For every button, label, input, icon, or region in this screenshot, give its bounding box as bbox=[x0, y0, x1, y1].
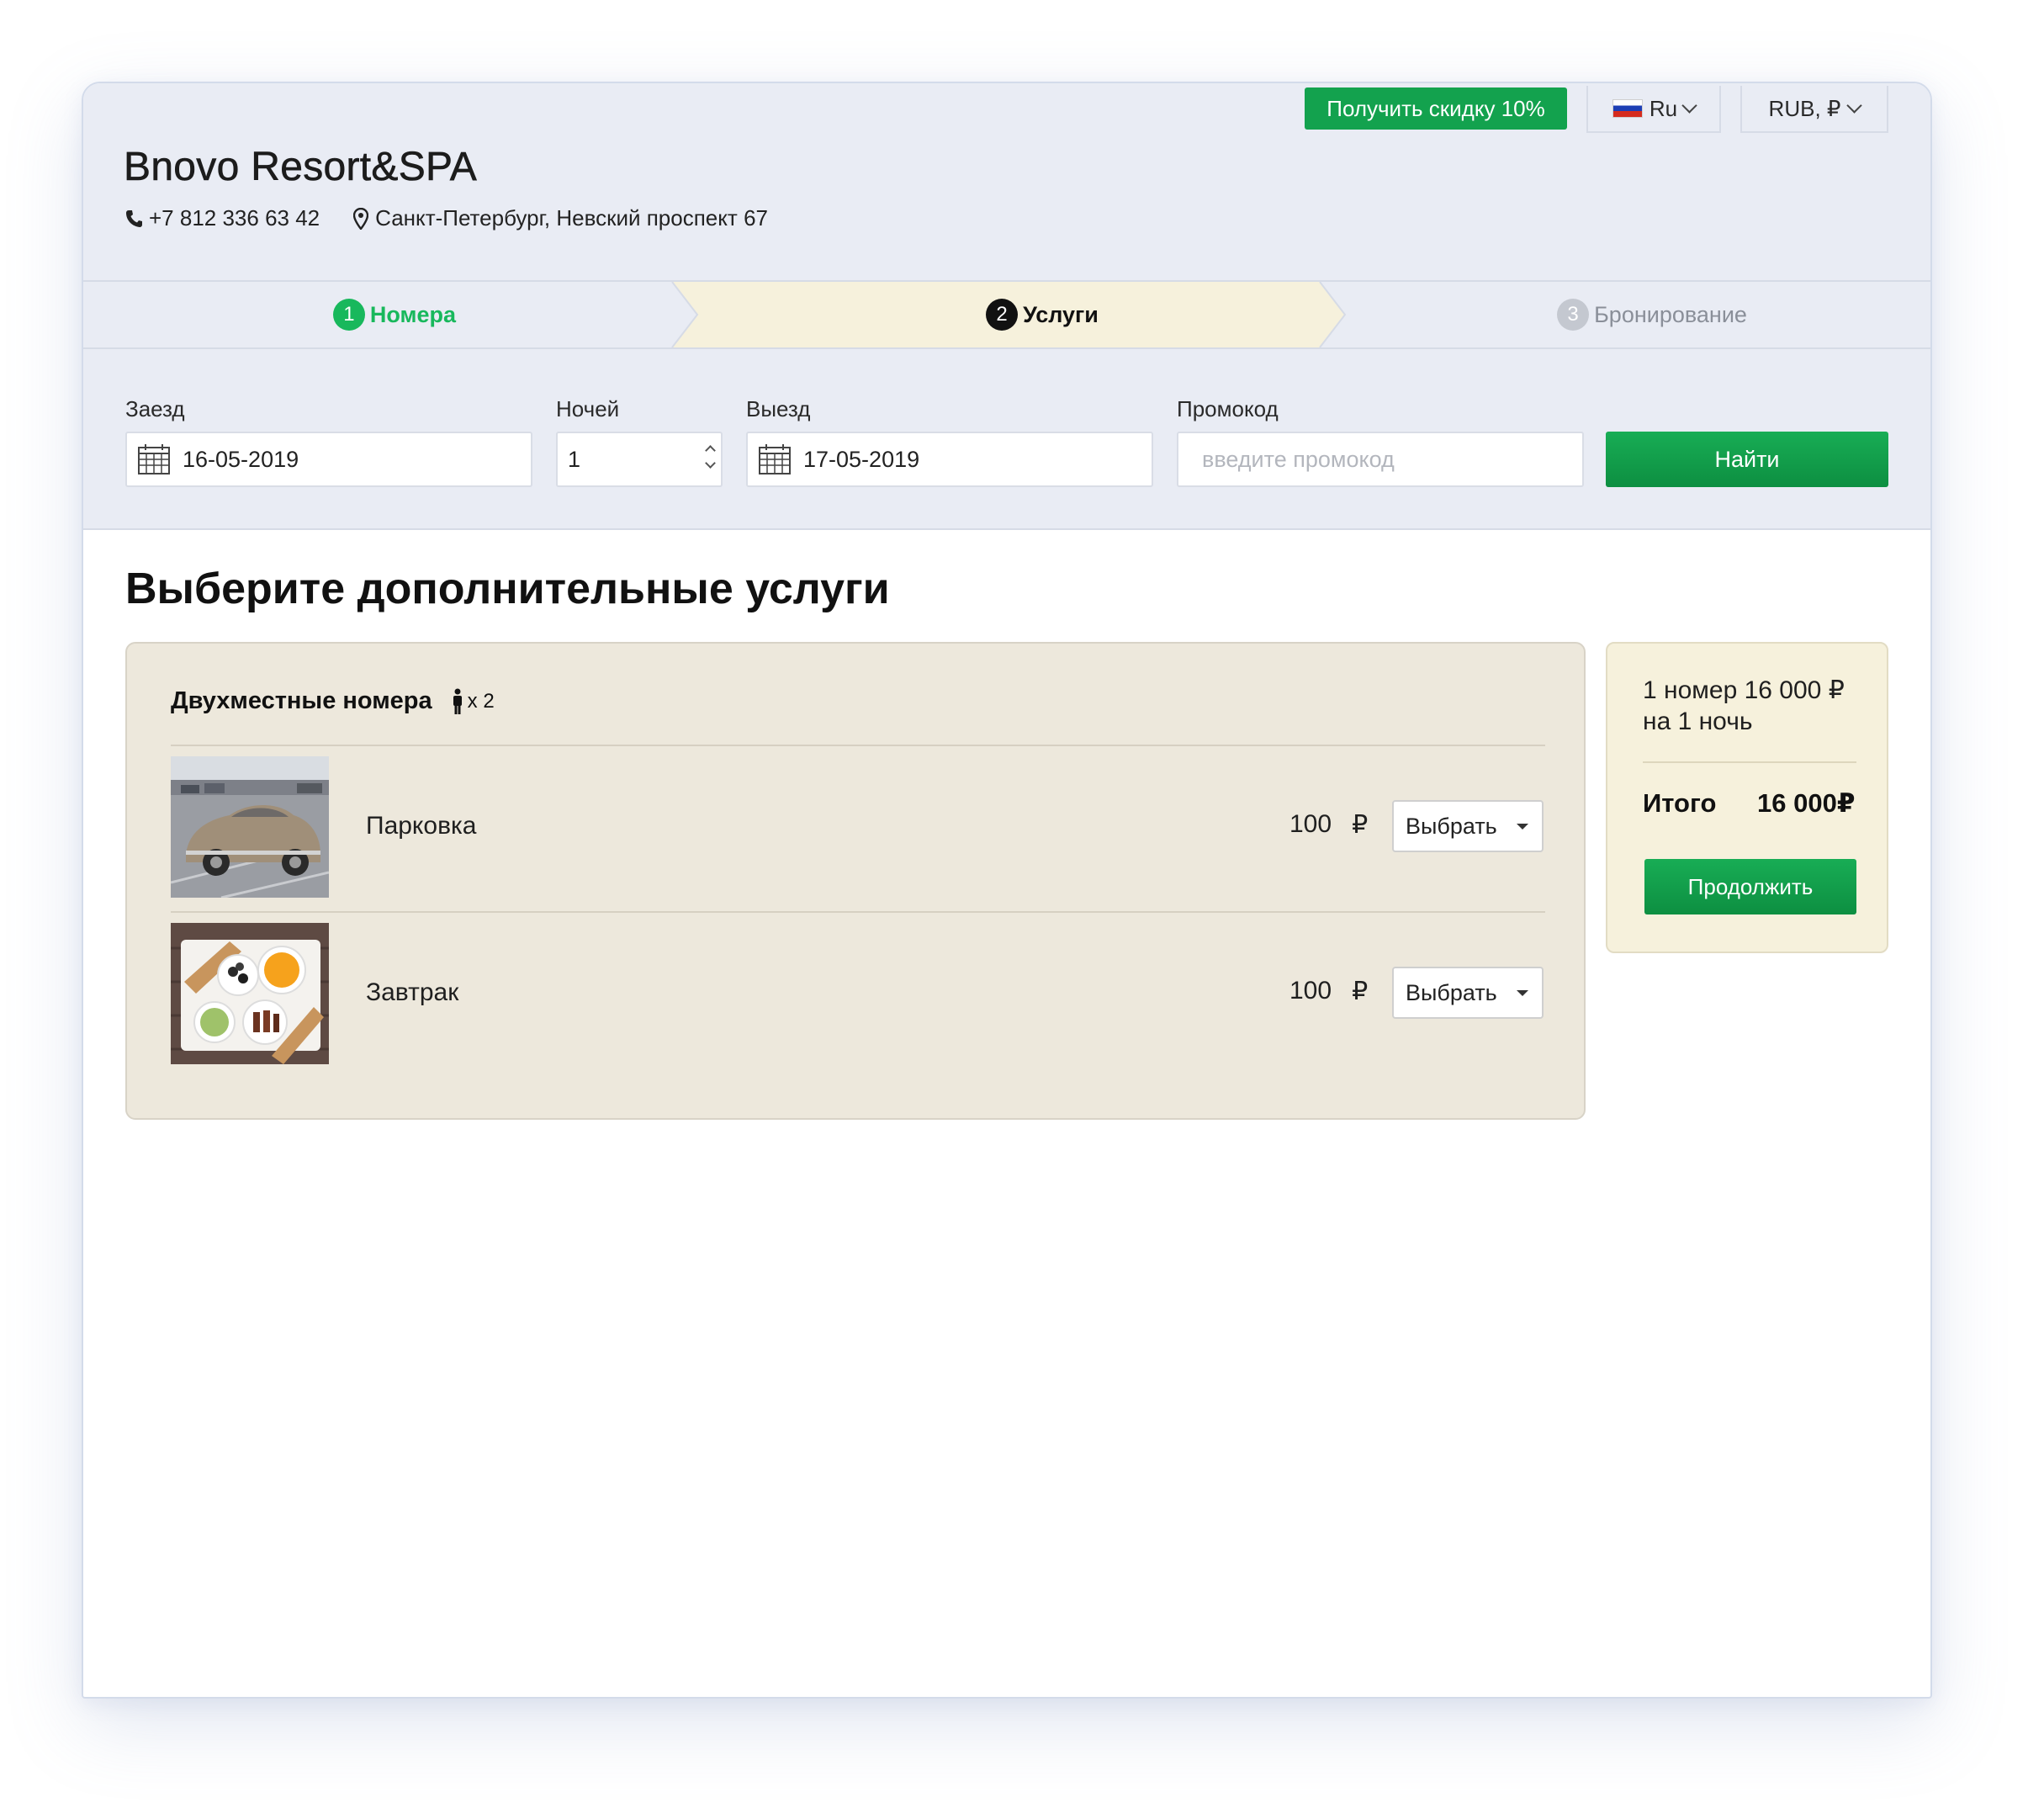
phone-number[interactable]: +7 812 336 63 42 bbox=[149, 205, 320, 231]
phone-icon bbox=[125, 209, 142, 228]
chevron-down-icon bbox=[1846, 98, 1863, 114]
select-label: Выбрать bbox=[1406, 813, 1497, 839]
continue-button[interactable]: Продолжить bbox=[1644, 859, 1856, 914]
breakfast-photo bbox=[171, 923, 329, 1064]
discount-button[interactable]: Получить скидку 10% bbox=[1305, 87, 1567, 130]
divider bbox=[171, 745, 1545, 746]
total-label: Итого bbox=[1643, 788, 1717, 818]
nights-label: Ночей bbox=[556, 396, 620, 421]
service-row-breakfast: Завтрак 100 ₽ Выбрать bbox=[171, 923, 1545, 1066]
step-booking: 3 Бронирование bbox=[1370, 282, 1930, 347]
find-button[interactable]: Найти bbox=[1606, 432, 1888, 487]
price-value: 100 bbox=[1289, 977, 1332, 1005]
step-label: Номера bbox=[369, 301, 457, 327]
service-row-parking: Парковка 100 ₽ Выбрать bbox=[171, 756, 1545, 899]
select-dropdown-breakfast[interactable]: Выбрать bbox=[1392, 967, 1544, 1019]
service-price: 100 ₽ bbox=[1289, 810, 1368, 840]
divider bbox=[1643, 761, 1856, 763]
guests-count: x 2 bbox=[467, 689, 495, 713]
header: Получить скидку 10% Ru RUB, ₽ Bnovo Reso… bbox=[83, 83, 1930, 280]
step-number: 2 bbox=[986, 299, 1019, 331]
chevron-down-icon bbox=[1681, 98, 1697, 114]
services-panel: Двухместные номера x 2 Парковка 100 ₽ Вы… bbox=[125, 642, 1586, 1120]
person-icon bbox=[453, 688, 462, 714]
caret-down-icon bbox=[1517, 824, 1528, 830]
checkout-label: Выезд bbox=[746, 396, 811, 421]
checkin-label: Заезд bbox=[125, 396, 185, 421]
car-photo bbox=[171, 756, 329, 898]
booking-window: Получить скидку 10% Ru RUB, ₽ Bnovo Reso… bbox=[82, 82, 1932, 1699]
service-price: 100 ₽ bbox=[1289, 977, 1368, 1006]
calendar-icon bbox=[758, 443, 792, 475]
divider bbox=[171, 911, 1545, 913]
price-value: 100 bbox=[1289, 810, 1332, 838]
room-title: Двухместные номера x 2 bbox=[171, 687, 495, 715]
nights-stepper[interactable]: 1 bbox=[556, 432, 723, 487]
room-title-label: Двухместные номера bbox=[171, 687, 432, 714]
step-label: Бронирование bbox=[1594, 301, 1747, 327]
summary-nights: на 1 ночь bbox=[1643, 708, 1753, 735]
search-bar: Заезд 16-05-2019 Ночей 1 Выезд 17-05-201… bbox=[83, 349, 1930, 530]
nights-value: 1 bbox=[568, 446, 581, 472]
guests-indicator: x 2 bbox=[451, 688, 495, 715]
location-pin-icon bbox=[353, 207, 369, 230]
total-value: 16 000₽ bbox=[1757, 788, 1856, 818]
page-title: Выберите дополнительные услуги bbox=[125, 565, 890, 613]
stepper-arrows-icon[interactable] bbox=[705, 445, 716, 469]
step-number: 1 bbox=[332, 299, 365, 331]
promo-label: Промокод bbox=[1177, 396, 1279, 421]
caret-down-icon bbox=[1517, 990, 1528, 996]
service-name: Парковка bbox=[366, 812, 477, 840]
checkin-field[interactable]: 16-05-2019 bbox=[125, 432, 532, 487]
language-label: Ru bbox=[1649, 95, 1678, 121]
price-currency: ₽ bbox=[1352, 811, 1369, 839]
address: Санкт-Петербург, Невский проспект 67 bbox=[375, 205, 768, 231]
contacts: +7 812 336 63 42 Санкт-Петербург, Невски… bbox=[125, 205, 768, 231]
step-services[interactable]: 2 Услуги bbox=[748, 282, 1337, 347]
calendar-icon bbox=[137, 443, 171, 475]
language-selector[interactable]: Ru bbox=[1586, 86, 1721, 133]
summary-rooms: 1 номер 16 000 ₽ bbox=[1643, 676, 1845, 704]
hotel-name: Bnovo Resort&SPA bbox=[124, 145, 478, 190]
order-summary: 1 номер 16 000 ₽ на 1 ночь Итого 16 000₽… bbox=[1606, 642, 1888, 953]
service-name: Завтрак bbox=[366, 978, 459, 1006]
checkout-field[interactable]: 17-05-2019 bbox=[746, 432, 1153, 487]
booking-steps: 1 Номера 2 Услуги 3 Бронирование bbox=[83, 280, 1930, 349]
step-rooms[interactable]: 1 Номера bbox=[83, 282, 706, 347]
price-currency: ₽ bbox=[1352, 978, 1369, 1005]
select-dropdown-parking[interactable]: Выбрать bbox=[1392, 800, 1544, 852]
select-label: Выбрать bbox=[1406, 979, 1497, 1005]
checkout-value: 17-05-2019 bbox=[803, 446, 920, 472]
russia-flag-icon bbox=[1612, 99, 1643, 118]
currency-label: RUB, ₽ bbox=[1768, 95, 1841, 121]
currency-selector[interactable]: RUB, ₽ bbox=[1740, 86, 1888, 133]
checkin-value: 16-05-2019 bbox=[183, 446, 299, 472]
step-number: 3 bbox=[1557, 299, 1590, 331]
step-label: Услуги bbox=[1023, 301, 1099, 327]
promo-input[interactable]: введите промокод bbox=[1177, 432, 1584, 487]
